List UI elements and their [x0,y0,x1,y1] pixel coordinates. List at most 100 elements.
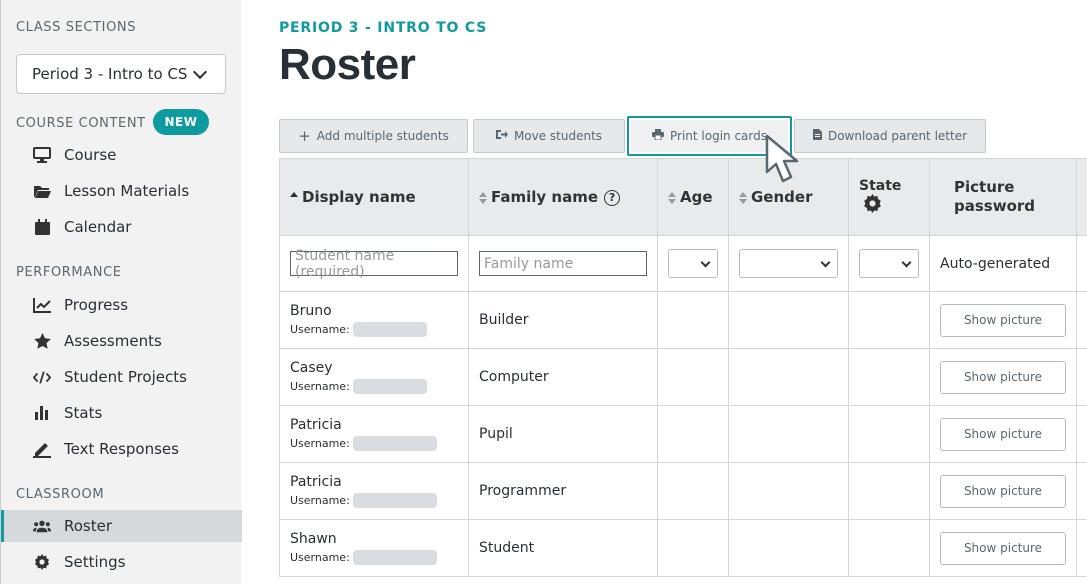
column-header-label: Family name [491,188,599,206]
plus-icon: + [298,127,311,145]
show-picture-button[interactable]: Show picture [940,531,1066,565]
username-line: Username: [290,322,458,337]
student-display-name: Patricia [290,474,342,490]
section-subtitle: PERIOD 3 - INTRO TO CS [279,20,488,36]
course-content-label: COURSE CONTENT [16,116,146,131]
add-multiple-students-label: Add multiple students [316,129,449,143]
sidebar-item-roster[interactable]: Roster [1,510,242,542]
column-header-label: State [859,177,902,194]
column-header-label: Age [680,188,713,206]
add-multiple-students-button[interactable]: + Add multiple students [279,119,468,153]
move-students-label: Move students [513,129,603,143]
family-name-cell: Computer [468,348,658,406]
family-name-cell: Family name [468,235,658,292]
picture-password-cell: Show picture [929,519,1077,577]
age-cell [657,462,729,520]
display-name-cell: Bruno Username: [279,291,469,349]
student-name-input[interactable]: Student name (required) [290,248,458,280]
gender-cell [728,348,849,406]
username-line: Username: [290,379,458,394]
download-parent-letter-button[interactable]: Download parent letter [794,119,986,153]
monitor-icon [33,146,51,164]
family-name-cell: Pupil [468,405,658,463]
sort-icon [668,191,676,204]
state-cell [848,235,930,292]
age-select[interactable] [668,249,718,278]
folder-open-icon [33,182,51,200]
sidebar-item-course[interactable]: Course [1,139,242,171]
age-cell [657,519,729,577]
sidebar-item-settings[interactable]: Settings [1,546,242,578]
sidebar-item-progress[interactable]: Progress [1,289,242,321]
username-line: Username: [290,493,458,508]
username-redacted [352,322,427,337]
family-name-cell: Builder [468,291,658,349]
state-select[interactable] [859,249,919,278]
section-dropdown[interactable]: Period 3 - Intro to CS [16,54,226,94]
sidebar-item-text-responses[interactable]: Text Responses [1,433,242,465]
column-header-picture-password: Picture password [929,158,1077,236]
overflow-cell [1076,291,1087,349]
display-name-cell: Casey Username: [279,348,469,406]
show-picture-button[interactable]: Show picture [940,474,1066,508]
state-cell [848,405,930,463]
star-icon [33,332,51,350]
new-badge: NEW [153,109,209,135]
print-login-cards-label: Print login cards [669,129,767,143]
display-name-cell: Shawn Username: [279,519,469,577]
username-label: Username: [290,380,350,393]
sidebar-item-stats[interactable]: Stats [1,397,242,429]
move-students-button[interactable]: Move students [473,119,625,153]
username-redacted [352,550,437,565]
chevron-down-icon [193,64,208,79]
gear-icon[interactable] [863,193,882,217]
username-label: Username: [290,494,350,507]
column-header-label: Picture password [954,178,1036,215]
gender-cell [728,462,849,520]
username-label: Username: [290,551,350,564]
show-picture-button[interactable]: Show picture [940,303,1066,337]
download-parent-letter-label: Download parent letter [827,129,968,143]
table-row: Shawn Username: Student Show picture [279,519,1087,577]
state-cell [848,291,930,349]
family-name-input[interactable]: Family name [479,251,647,276]
classroom-label: CLASSROOM [16,487,105,502]
picture-password-cell: Show picture [929,291,1077,349]
sort-ascending-icon [290,191,298,204]
sidebar-item-student-projects[interactable]: Student Projects [1,361,242,393]
show-picture-button[interactable]: Show picture [940,417,1066,451]
pencil-icon [33,440,51,458]
gender-cell [728,519,849,577]
age-cell [657,291,729,349]
sidebar-item-calendar[interactable]: Calendar [1,211,242,243]
overflow-cell [1076,462,1087,520]
column-header-state[interactable]: State [848,158,930,236]
username-redacted [352,379,427,394]
sidebar-item-assessments[interactable]: Assessments [1,325,242,357]
sidebar-item-lesson-materials[interactable]: Lesson Materials [1,175,242,207]
gender-select[interactable] [739,249,838,278]
gear-icon [33,553,51,571]
display-name-cell: Patricia Username: [279,405,469,463]
column-header-label: Display name [302,188,416,206]
column-header-display-name[interactable]: Display name [279,158,469,236]
display-name-cell: Student name (required) [279,235,469,292]
overflow-cell [1076,519,1087,577]
sidebar-item-label: Assessments [64,332,162,350]
class-sections-label: CLASS SECTIONS [16,20,137,35]
page-title: Roster [279,40,416,89]
sidebar-item-label: Progress [64,296,129,314]
column-header-family-name[interactable]: Family name? [468,158,658,236]
sidebar-item-label: Course [64,146,117,164]
state-cell [848,462,930,520]
student-display-name: Patricia [290,417,342,433]
picture-password-cell: Show picture [929,405,1077,463]
column-header-overflow [1076,158,1087,236]
file-icon [812,129,822,143]
roster-table: Display name Family name? Age Gender Sta… [279,158,1087,577]
show-picture-button[interactable]: Show picture [940,360,1066,394]
display-name-cell: Patricia Username: [279,462,469,520]
help-icon[interactable]: ? [604,189,621,206]
column-header-age[interactable]: Age [657,158,729,236]
picture-password-cell: Show picture [929,348,1077,406]
